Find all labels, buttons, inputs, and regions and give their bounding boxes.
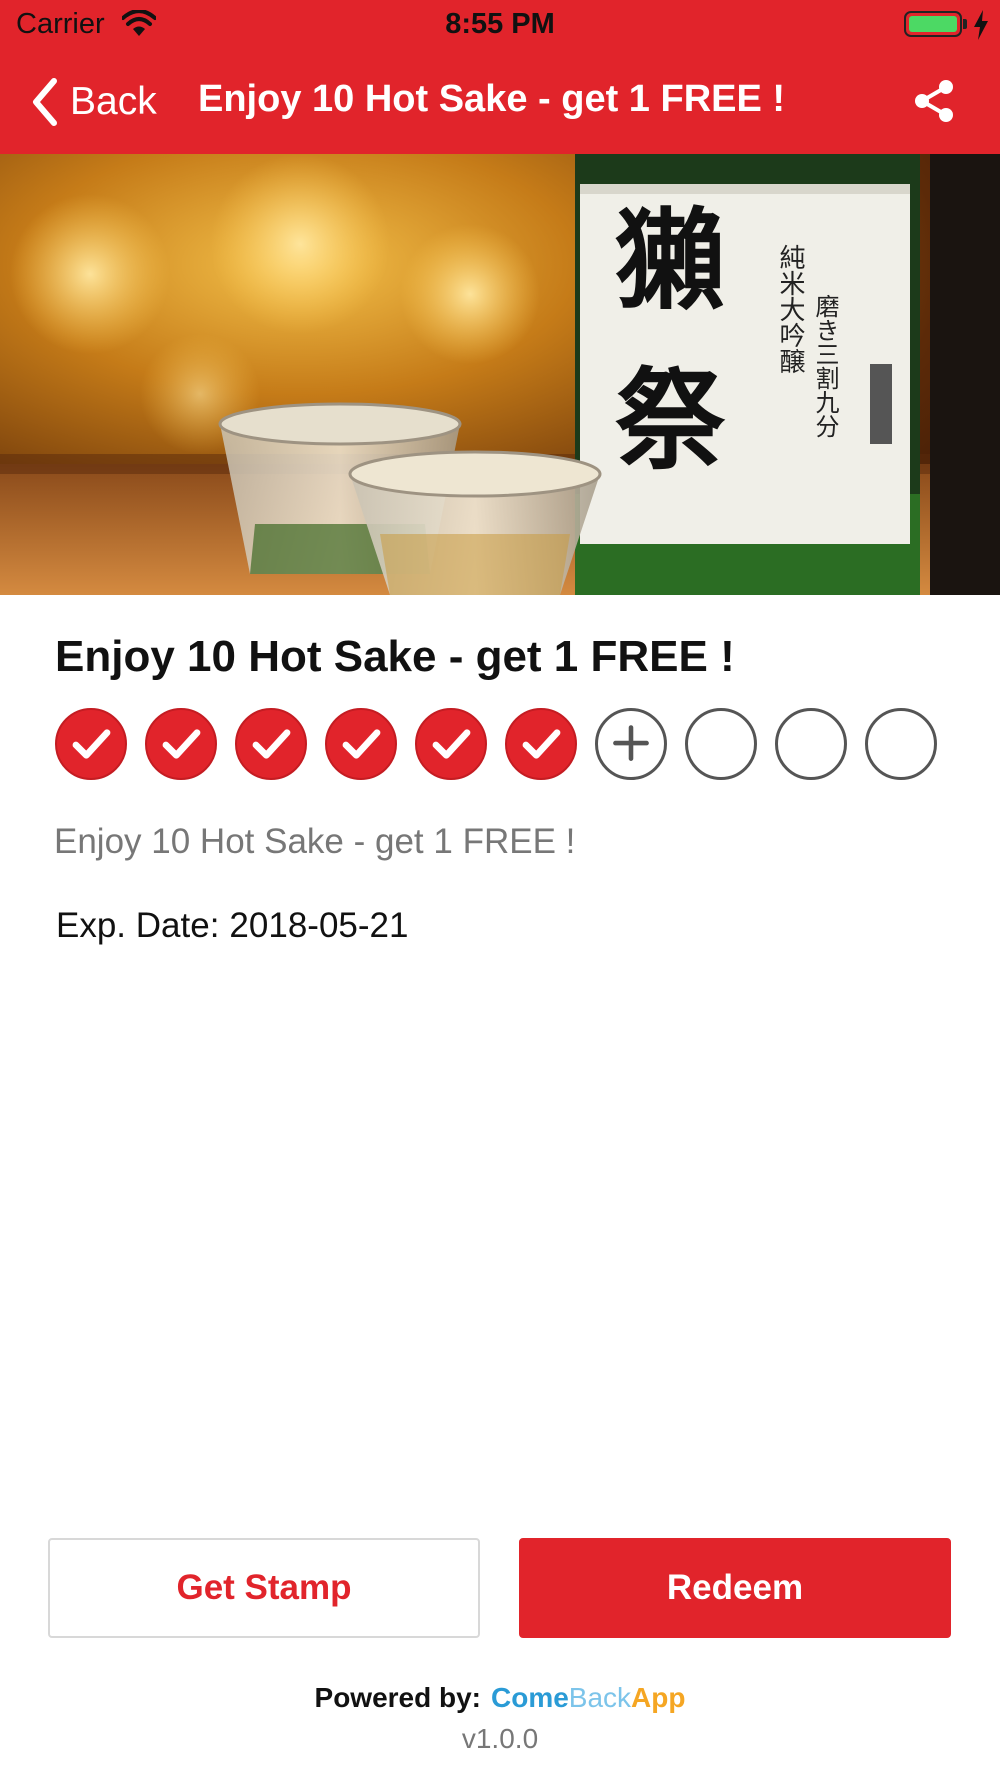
stamp-empty [865, 708, 937, 780]
svg-text:祭: 祭 [615, 356, 726, 485]
plus-icon [613, 725, 649, 761]
redeem-button[interactable]: Redeem [519, 1538, 951, 1638]
chevron-left-icon [33, 78, 57, 126]
checkmark-icon [252, 729, 291, 759]
stamp-empty [685, 708, 757, 780]
status-bar: Carrier 8:55 PM [0, 0, 1000, 50]
stamp-collected [235, 708, 307, 780]
brand-part-come: Come [491, 1682, 569, 1713]
nav-title: Enjoy 10 Hot Sake - get 1 FREE ! [198, 78, 786, 120]
brand-logo: ComeBackApp [491, 1682, 685, 1713]
powered-by: Powered by: ComeBackApp [0, 1682, 1000, 1714]
checkmark-icon [522, 729, 561, 759]
stamp-collected [505, 708, 577, 780]
checkmark-icon [342, 729, 381, 759]
svg-text:純米大吟醸: 純米大吟醸 [775, 244, 805, 374]
svg-text:磨き三割九分: 磨き三割九分 [811, 294, 839, 438]
sake-bottle-image: 獺 祭 純米大吟醸 磨き三割九分 [0, 154, 1000, 595]
hero-image: 獺 祭 純米大吟醸 磨き三割九分 [0, 154, 1000, 595]
back-button[interactable]: Back [28, 76, 157, 128]
stamp-empty [775, 708, 847, 780]
clock-label: 8:55 PM [445, 8, 555, 40]
version-label: v1.0.0 [461, 1723, 539, 1754]
reward-description: Enjoy 10 Hot Sake - get 1 FREE ! [54, 822, 576, 861]
svg-text:獺: 獺 [615, 196, 725, 325]
stamp-collected [415, 708, 487, 780]
battery-nub [963, 19, 967, 29]
stamp-collected [145, 708, 217, 780]
exp-date-label: Exp. Date: [56, 906, 220, 945]
share-icon[interactable] [912, 78, 958, 124]
stamp-collected [325, 708, 397, 780]
checkmark-icon [162, 729, 201, 759]
checkmark-icon [432, 729, 471, 759]
expiration-date: Exp. Date: 2018-05-21 [56, 906, 408, 946]
navigation-bar: Back Enjoy 10 Hot Sake - get 1 FREE ! [0, 50, 1000, 154]
reward-title: Enjoy 10 Hot Sake - get 1 FREE ! [55, 632, 735, 681]
charging-bolt-icon [974, 10, 988, 40]
battery-icon [904, 11, 962, 37]
brand-part-app: App [631, 1682, 686, 1713]
checkmark-icon [72, 729, 111, 759]
get-stamp-button[interactable]: Get Stamp [48, 1538, 480, 1638]
powered-by-label: Powered by: [314, 1682, 481, 1713]
exp-date-value: 2018-05-21 [229, 906, 409, 945]
back-label: Back [70, 80, 157, 123]
brand-part-back: Back [568, 1682, 632, 1713]
stamp-collected [55, 708, 127, 780]
stamp-add[interactable] [595, 708, 667, 780]
